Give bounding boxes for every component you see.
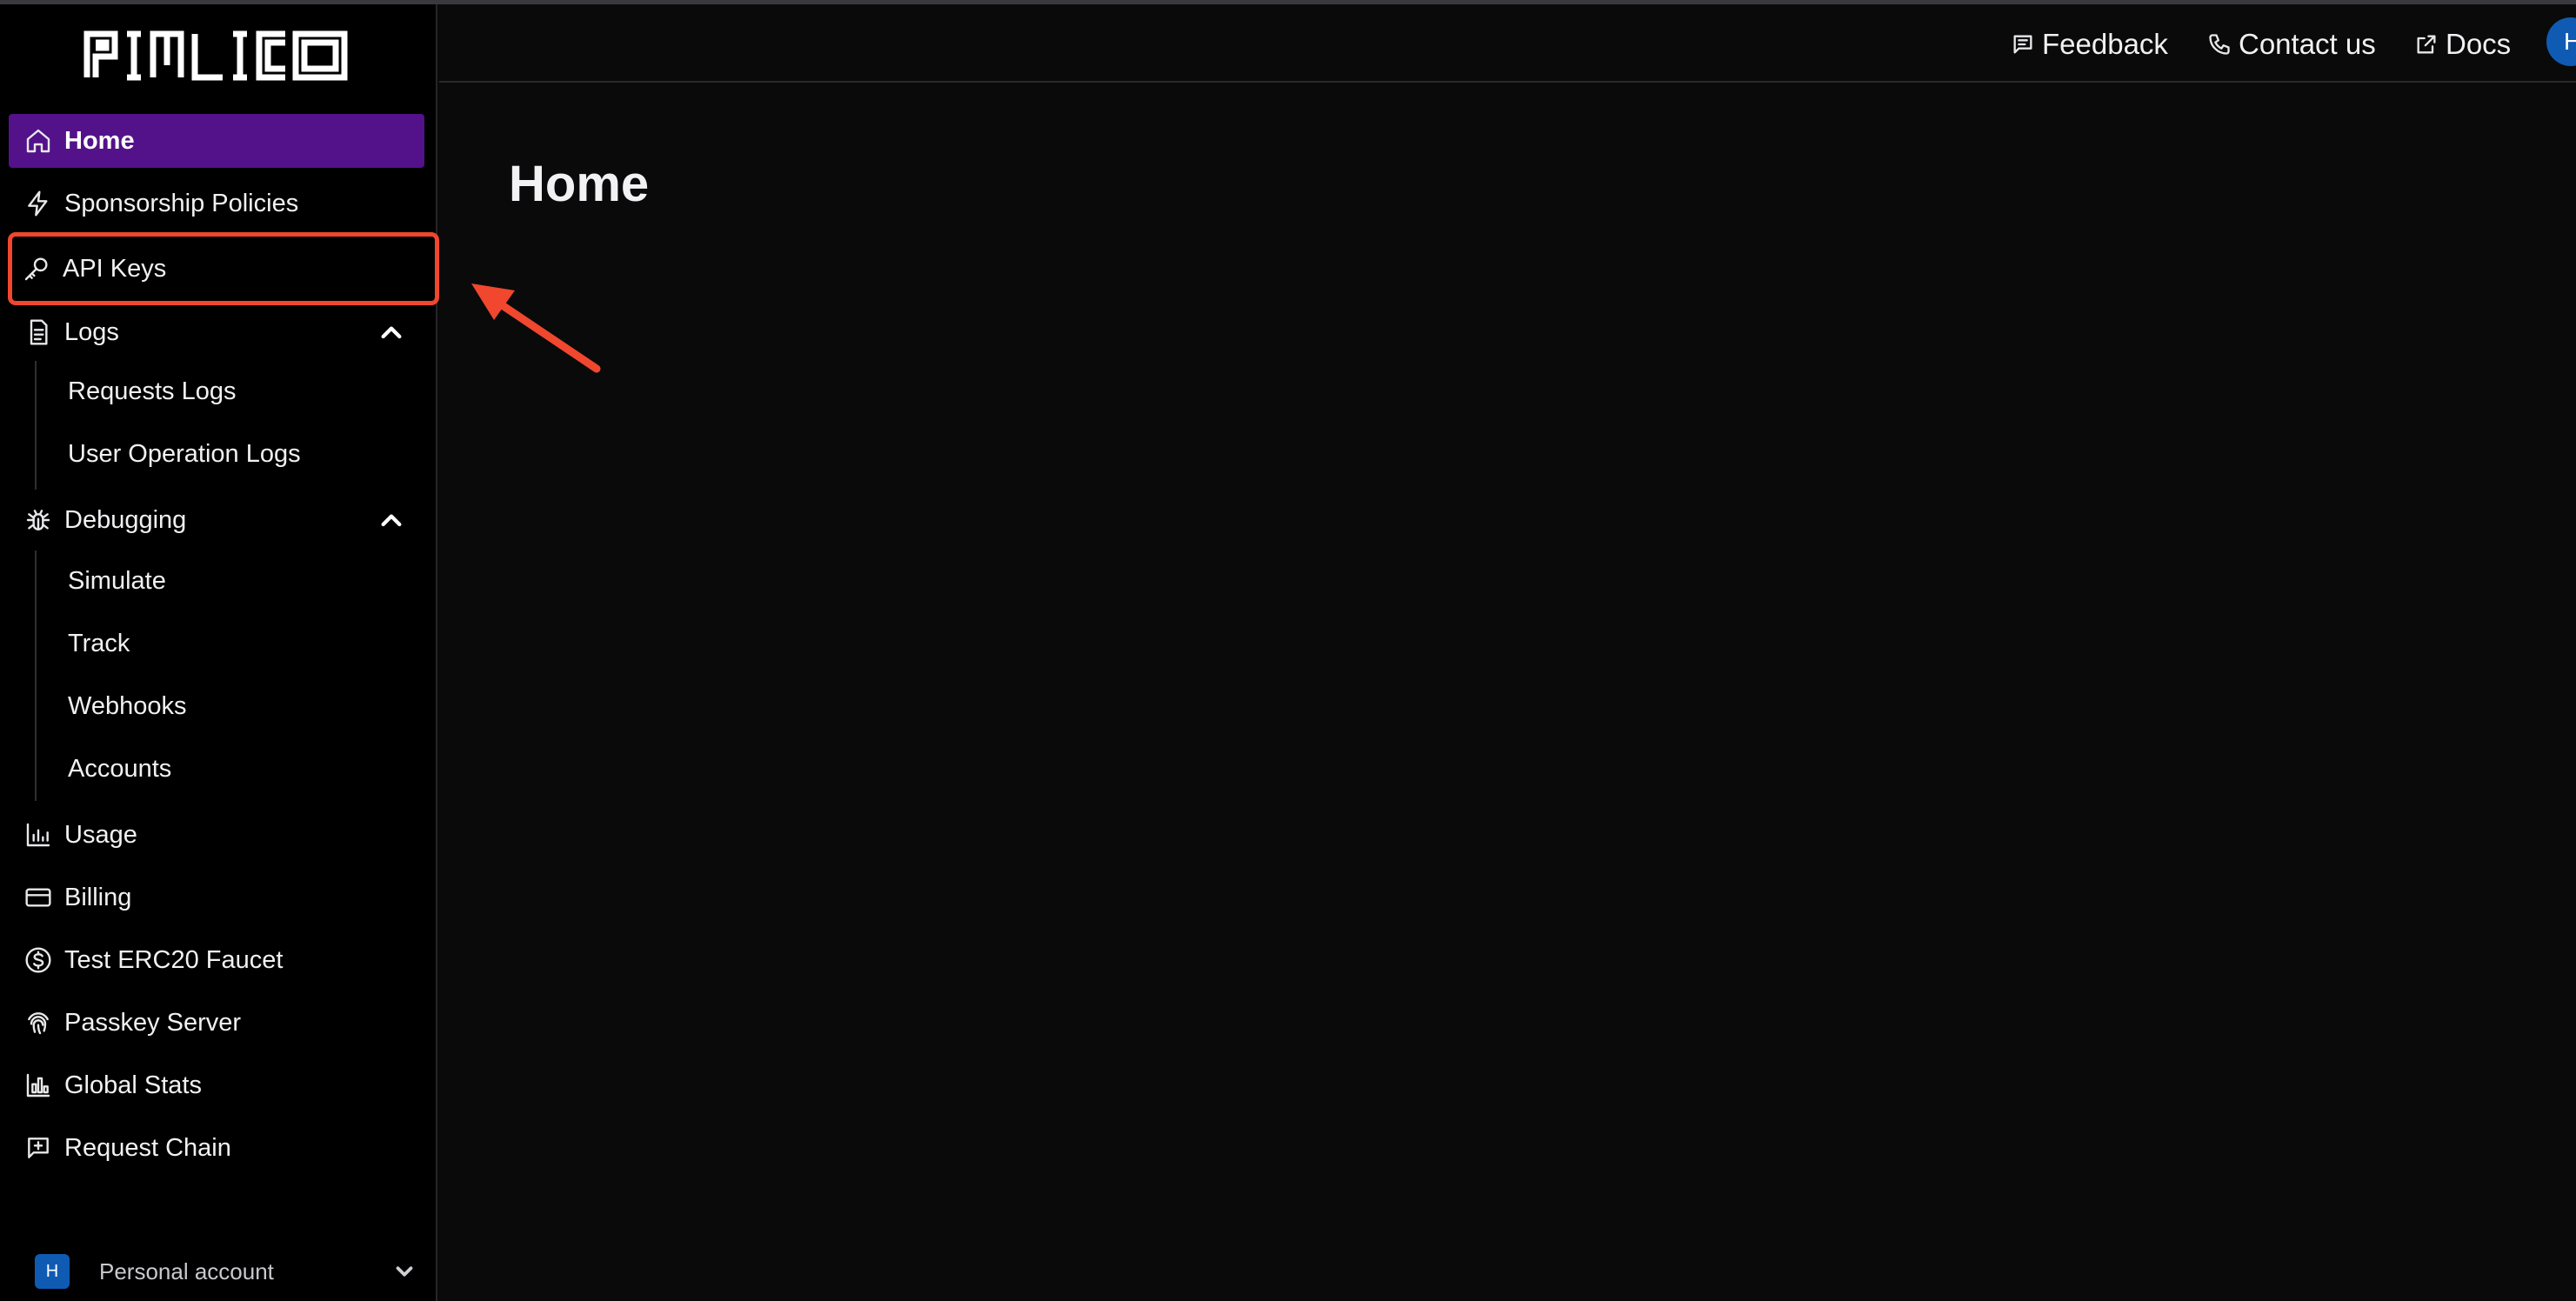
credit-card-icon bbox=[23, 882, 54, 913]
feedback-label: Feedback bbox=[2042, 28, 2168, 60]
sidebar-item-label: Request Chain bbox=[64, 1133, 231, 1162]
sidebar-item-label: API Keys bbox=[63, 254, 167, 283]
logs-tree-line bbox=[35, 361, 37, 490]
top-bar: Feedback Contact us Docs bbox=[439, 4, 2576, 83]
sidebar-item-usage[interactable]: Usage bbox=[9, 808, 424, 862]
sidebar-item-sponsorship-policies[interactable]: Sponsorship Policies bbox=[9, 177, 424, 230]
sidebar-subitem-requests-logs[interactable]: Requests Logs bbox=[52, 364, 417, 418]
sidebar-subitem-label: Webhooks bbox=[68, 691, 187, 720]
sidebar-item-label: Debugging bbox=[64, 505, 187, 534]
contact-us-link[interactable]: Contact us bbox=[2207, 25, 2376, 63]
sidebar-item-request-chain[interactable]: Request Chain bbox=[9, 1121, 424, 1175]
sidebar-subitem-label: Accounts bbox=[68, 754, 172, 783]
contact-us-label: Contact us bbox=[2239, 28, 2376, 60]
sidebar-item-label: Logs bbox=[64, 317, 119, 346]
document-icon bbox=[23, 317, 54, 348]
sidebar-subitem-label: Requests Logs bbox=[68, 377, 237, 405]
debugging-tree-line bbox=[35, 550, 37, 801]
sidebar-subitem-simulate[interactable]: Simulate bbox=[52, 554, 417, 608]
sidebar-item-billing[interactable]: Billing bbox=[9, 871, 424, 924]
sidebar-item-passkey-server[interactable]: Passkey Server bbox=[9, 996, 424, 1050]
external-link-icon bbox=[2417, 35, 2436, 54]
phone-icon bbox=[2209, 34, 2230, 55]
account-switcher[interactable]: H Personal account bbox=[35, 1250, 417, 1293]
sidebar-item-test-erc20-faucet[interactable]: Test ERC20 Faucet bbox=[9, 933, 424, 987]
lightning-icon bbox=[23, 188, 54, 219]
sidebar-item-label: Billing bbox=[64, 883, 132, 911]
chevron-up-icon[interactable] bbox=[377, 507, 405, 535]
sidebar-item-home[interactable]: Home bbox=[9, 114, 424, 168]
sidebar-item-debugging[interactable]: Debugging bbox=[9, 493, 424, 547]
docs-link[interactable]: Docs bbox=[2414, 25, 2511, 63]
bar-chart-icon bbox=[23, 819, 54, 851]
sidebar-subitem-webhooks[interactable]: Webhooks bbox=[52, 679, 417, 733]
chevron-down-icon bbox=[391, 1258, 417, 1284]
sidebar-item-label: Usage bbox=[64, 820, 137, 849]
sidebar-item-global-stats[interactable]: Global Stats bbox=[9, 1058, 424, 1112]
message-icon bbox=[2013, 35, 2032, 54]
sidebar-item-label: Test ERC20 Faucet bbox=[64, 945, 284, 974]
sidebar-subitem-user-operation-logs[interactable]: User Operation Logs bbox=[52, 427, 417, 481]
sidebar-item-label: Passkey Server bbox=[64, 1008, 242, 1037]
sidebar-item-label: Home bbox=[64, 126, 135, 155]
sidebar-item-logs[interactable]: Logs bbox=[9, 305, 424, 359]
fingerprint-icon bbox=[23, 1007, 54, 1038]
chevron-up-icon[interactable] bbox=[377, 319, 405, 347]
account-label: Personal account bbox=[99, 1258, 274, 1284]
sidebar-subitem-accounts[interactable]: Accounts bbox=[52, 742, 417, 796]
sidebar-subitem-track[interactable]: Track bbox=[52, 617, 417, 671]
sidebar-item-label: Global Stats bbox=[64, 1071, 202, 1099]
account-avatar: H bbox=[35, 1254, 70, 1289]
pimlico-logo bbox=[83, 30, 348, 81]
docs-label: Docs bbox=[2446, 28, 2512, 60]
stats-icon bbox=[23, 1070, 54, 1101]
sidebar-subitem-label: User Operation Logs bbox=[68, 439, 301, 468]
message-plus-icon bbox=[23, 1132, 54, 1164]
sidebar-subitem-label: Track bbox=[68, 629, 130, 657]
home-icon bbox=[23, 125, 54, 157]
dollar-circle-icon bbox=[23, 944, 54, 976]
feedback-link[interactable]: Feedback bbox=[2011, 25, 2168, 63]
sidebar: Home Sponsorship Policies API Keys Logs … bbox=[0, 4, 439, 1301]
annotation-arrow bbox=[471, 284, 601, 373]
sidebar-item-label: Sponsorship Policies bbox=[64, 189, 299, 217]
bug-icon bbox=[23, 504, 54, 536]
page-title: Home bbox=[509, 156, 650, 212]
sidebar-item-api-keys[interactable]: API Keys bbox=[8, 232, 439, 305]
sidebar-subitem-label: Simulate bbox=[68, 566, 166, 595]
key-icon bbox=[21, 253, 52, 284]
